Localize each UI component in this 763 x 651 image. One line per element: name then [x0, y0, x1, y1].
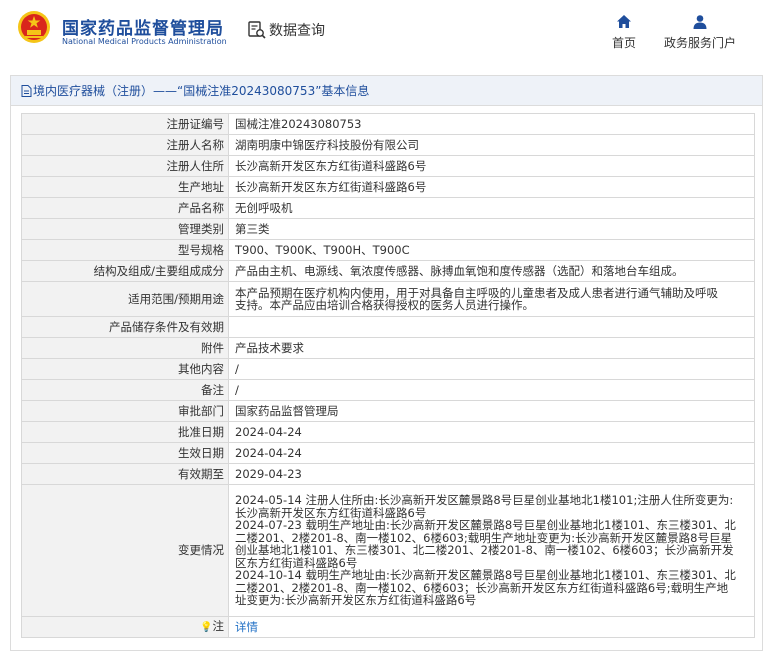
- table-row: 有效期至 2029-04-23: [21, 463, 755, 485]
- table-row: 结构及组成/主要组成成分 产品由主机、电源线、氧浓度传感器、脉搏血氧饱和度传感器…: [21, 260, 755, 282]
- nav-service-portal[interactable]: 政务服务门户: [660, 14, 740, 51]
- data-query-link[interactable]: 数据查询: [247, 20, 325, 40]
- change-line: 2024-10-14 载明生产地址由:长沙高新开发区麓景路8号巨星创业基地北1楼…: [235, 568, 736, 583]
- table-row: 生产地址 长沙高新开发区东方红街道科盛路6号: [21, 176, 755, 198]
- row-label: 注册证编号: [21, 113, 229, 135]
- changes-label: 变更情况: [21, 484, 229, 617]
- note-value: 详情: [228, 616, 755, 638]
- person-icon: [693, 15, 707, 29]
- row-value: 本产品预期在医疗机构内使用，用于对具备自主呼吸的儿童患者及成人患者进行通气辅助及…: [228, 281, 755, 317]
- table-row: 注册人名称 湖南明康中锦医疗科技股份有限公司: [21, 134, 755, 156]
- row-value: 产品由主机、电源线、氧浓度传感器、脉搏血氧饱和度传感器（选配）和落地台车组成。: [228, 260, 755, 282]
- row-value: 国家药品监督管理局: [228, 400, 755, 422]
- row-value: 长沙高新开发区东方红街道科盛路6号: [228, 155, 755, 177]
- row-value: [228, 316, 755, 338]
- nav-portal-label: 政务服务门户: [663, 36, 736, 50]
- site-header: 国家药品监督管理局 National Medical Products Admi…: [0, 0, 763, 62]
- row-value-line: 支持。本产品应由培训合格获得授权的医务人员进行操作。: [235, 298, 534, 312]
- org-name-en[interactable]: National Medical Products Administration: [62, 37, 227, 46]
- note-label-cell: 💡注: [21, 616, 229, 638]
- row-label: 审批部门: [21, 400, 229, 422]
- row-label: 批准日期: [21, 421, 229, 443]
- row-value: 长沙高新开发区东方红街道科盛路6号: [228, 176, 755, 198]
- registration-info-table: 注册证编号 国械注准20243080753 注册人名称 湖南明康中锦医疗科技股份…: [21, 113, 755, 638]
- row-label: 生产地址: [21, 176, 229, 198]
- row-value: T900、T900K、T900H、T900C: [228, 239, 755, 261]
- row-label: 生效日期: [21, 442, 229, 464]
- row-label: 管理类别: [21, 218, 229, 240]
- row-value: /: [228, 358, 755, 380]
- table-row: 附件 产品技术要求: [21, 337, 755, 359]
- row-label: 产品储存条件及有效期: [21, 316, 229, 338]
- row-value: 国械注准20243080753: [228, 113, 755, 135]
- table-row: 产品储存条件及有效期: [21, 316, 755, 338]
- change-line: 址变更为:长沙高新开发区东方红街道科盛路6号: [235, 593, 477, 608]
- nav-home[interactable]: 首页: [608, 14, 640, 51]
- row-value: 产品技术要求: [228, 337, 755, 359]
- panel-title-bar: 境内医疗器械（注册）——“国械注准20243080753”基本信息: [11, 76, 762, 106]
- table-row: 适用范围/预期用途 本产品预期在医疗机构内使用，用于对具备自主呼吸的儿童患者及成…: [21, 281, 755, 317]
- row-value: 无创呼吸机: [228, 197, 755, 219]
- change-line: 2024-07-23 载明生产地址由:长沙高新开发区麓景路8号巨星创业基地北1楼…: [235, 518, 736, 533]
- table-row: 其他内容 /: [21, 358, 755, 380]
- national-emblem-icon[interactable]: [17, 10, 51, 44]
- table-row: 型号规格 T900、T900K、T900H、T900C: [21, 239, 755, 261]
- panel-title: 境内医疗器械（注册）——“国械注准20243080753”基本信息: [33, 84, 370, 98]
- data-query-label: 数据查询: [269, 23, 325, 39]
- row-value: 2024-04-24: [228, 442, 755, 464]
- lightbulb-icon: 💡: [200, 621, 213, 633]
- row-label: 结构及组成/主要组成成分: [21, 260, 229, 282]
- nav-home-label: 首页: [611, 36, 636, 50]
- table-row: 变更情况 2024-05-14 注册人住所由:长沙高新开发区麓景路8号巨星创业基…: [21, 484, 755, 617]
- home-icon: [617, 15, 631, 28]
- changes-value: 2024-05-14 注册人住所由:长沙高新开发区麓景路8号巨星创业基地北1楼1…: [228, 484, 755, 617]
- row-label: 适用范围/预期用途: [21, 281, 229, 317]
- table-row: 批准日期 2024-04-24: [21, 421, 755, 443]
- details-link[interactable]: 详情: [235, 620, 258, 634]
- row-label: 附件: [21, 337, 229, 359]
- change-line: 创业基地北1楼101、东三楼301、北二楼201、2楼201-8、南一楼102、…: [235, 543, 734, 558]
- search-document-icon: [248, 21, 266, 39]
- row-label: 有效期至: [21, 463, 229, 485]
- row-label: 注册人住所: [21, 155, 229, 177]
- row-value: /: [228, 379, 755, 401]
- table-row: 备注 /: [21, 379, 755, 401]
- table-row: 生效日期 2024-04-24: [21, 442, 755, 464]
- row-value: 湖南明康中锦医疗科技股份有限公司: [228, 134, 755, 156]
- table-row: 产品名称 无创呼吸机: [21, 197, 755, 219]
- table-row: 审批部门 国家药品监督管理局: [21, 400, 755, 422]
- org-name-cn[interactable]: 国家药品监督管理局: [62, 14, 224, 39]
- row-value: 第三类: [228, 218, 755, 240]
- note-label: 注: [212, 618, 225, 633]
- row-label: 注册人名称: [21, 134, 229, 156]
- change-line: 2024-05-14 注册人住所由:长沙高新开发区麓景路8号巨星创业基地北1楼1…: [235, 493, 734, 508]
- document-icon: [21, 84, 32, 97]
- row-label: 产品名称: [21, 197, 229, 219]
- row-value: 2024-04-24: [228, 421, 755, 443]
- row-label: 型号规格: [21, 239, 229, 261]
- row-label: 备注: [21, 379, 229, 401]
- row-value: 2029-04-23: [228, 463, 755, 485]
- table-row: 注册人住所 长沙高新开发区东方红街道科盛路6号: [21, 155, 755, 177]
- table-row: 注册证编号 国械注准20243080753: [21, 113, 755, 135]
- table-row: 💡注 详情: [21, 616, 755, 638]
- table-row: 管理类别 第三类: [21, 218, 755, 240]
- row-label: 其他内容: [21, 358, 229, 380]
- detail-panel: 境内医疗器械（注册）——“国械注准20243080753”基本信息 注册证编号 …: [10, 75, 763, 651]
